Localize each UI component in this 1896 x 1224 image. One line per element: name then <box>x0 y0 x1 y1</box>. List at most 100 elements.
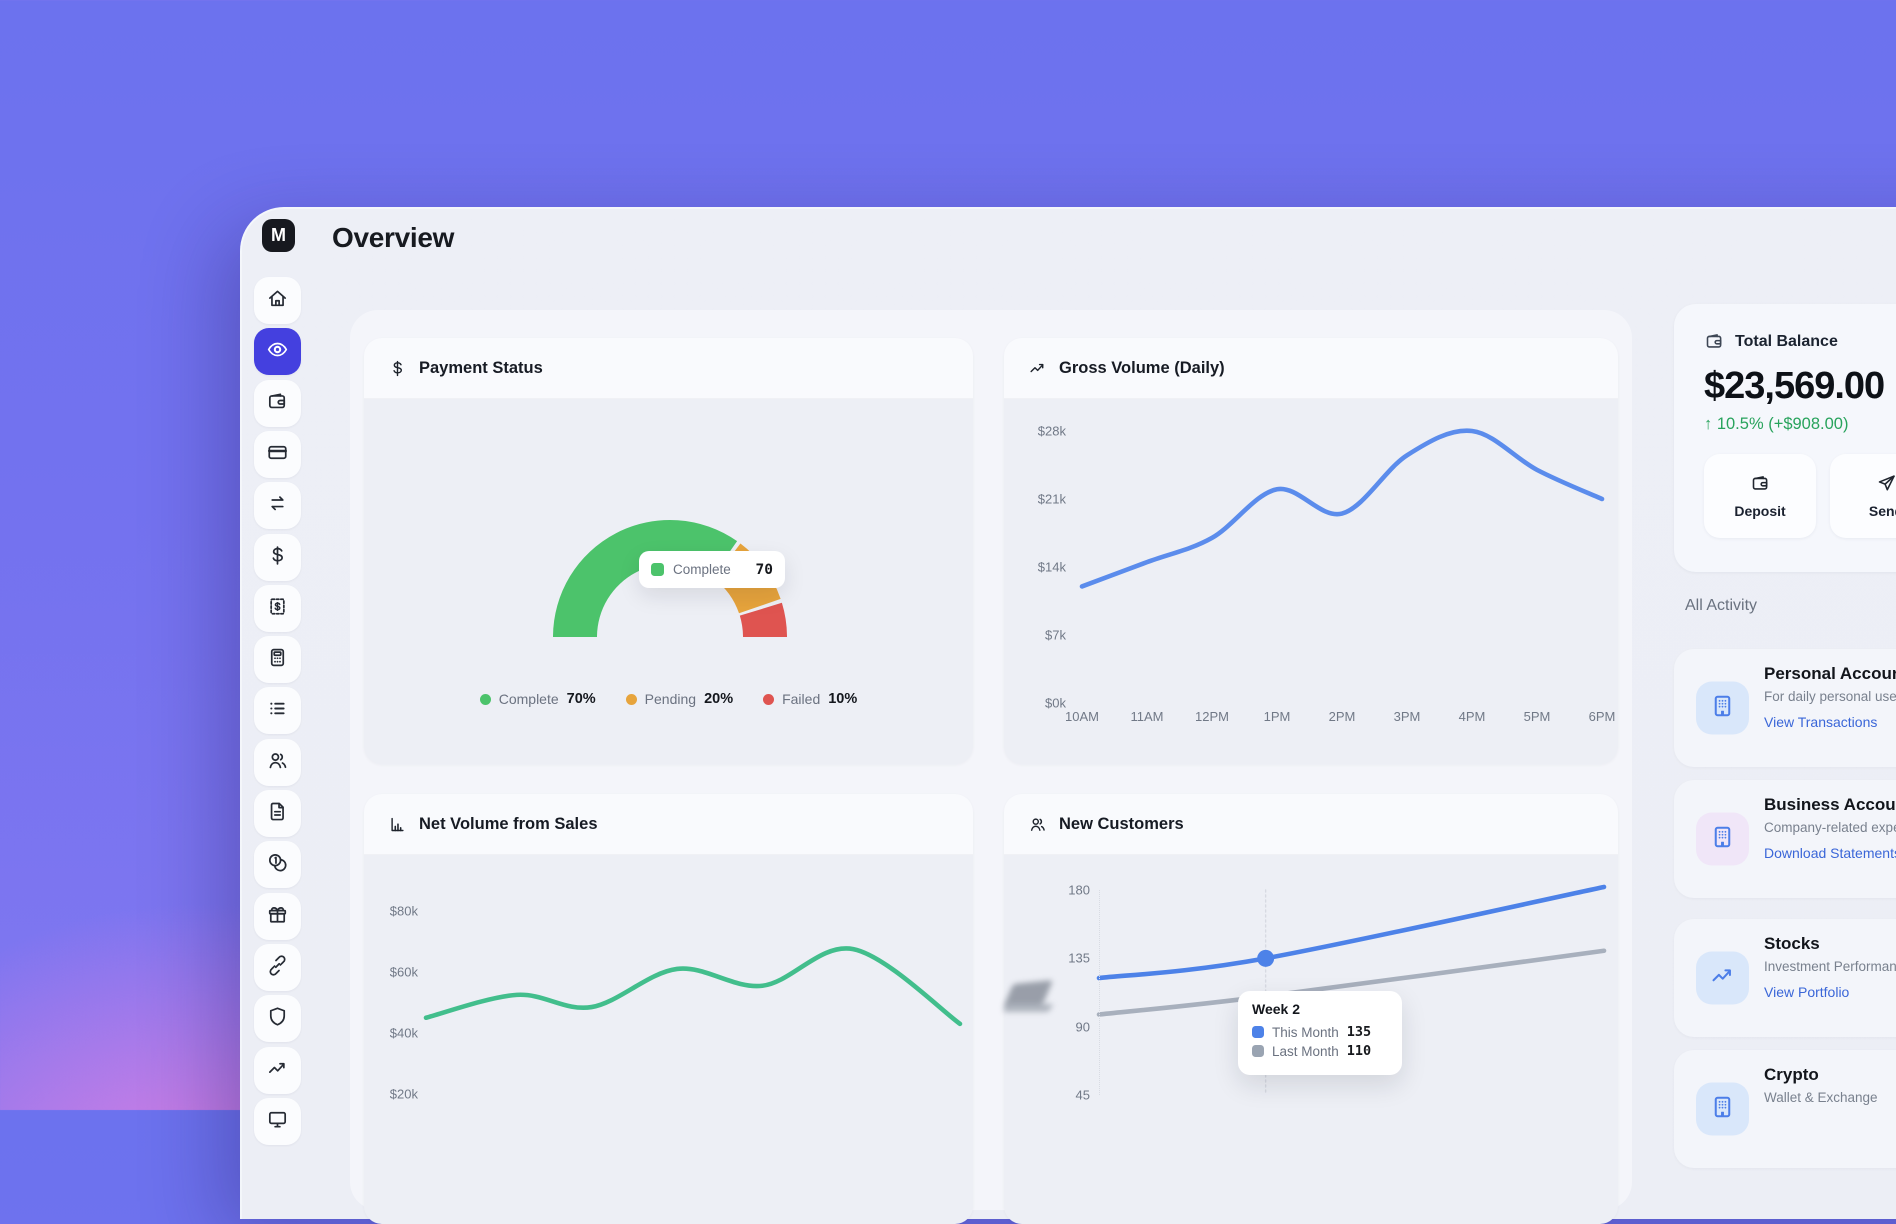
net-volume-chart: $80k $60k $40k $20k <box>364 855 973 1224</box>
x-axis-label: 5PM <box>1524 709 1551 724</box>
dollar-icon <box>388 359 407 378</box>
x-axis-label: 12PM <box>1195 709 1229 724</box>
sidebar-item-link[interactable] <box>254 944 301 991</box>
sidebar-item-users[interactable] <box>254 739 301 786</box>
sidebar-item-credit-card[interactable] <box>254 431 301 478</box>
new-customers-body: 1801359045 Week 2 This Month135Last Mont… <box>1004 855 1618 1224</box>
y-axis-label: 45 <box>1044 1088 1090 1103</box>
download-statements-link[interactable]: Download Statements <box>1764 845 1896 861</box>
tooltip-swatch <box>651 563 664 576</box>
activity-item-business-account[interactable]: Business Account Company-related expense… <box>1674 780 1896 898</box>
gross-volume-chart: $28k$21k$14k$7k$0k10AM11AM12PM1PM2PM3PM4… <box>1004 399 1618 764</box>
gauge-tooltip: Complete 70 <box>639 551 785 588</box>
activity-subtitle: Investment Performance <box>1764 959 1896 974</box>
sidebar-item-trending-up[interactable] <box>254 1047 301 1094</box>
x-axis-label: 4PM <box>1459 709 1486 724</box>
sidebar-item-eye[interactable] <box>254 328 301 375</box>
view-portfolio-link[interactable]: View Portfolio <box>1764 984 1896 1000</box>
coins-icon <box>266 851 289 879</box>
y-axis-label: $60k <box>378 965 418 980</box>
view-transactions-link[interactable]: View Transactions <box>1764 714 1896 730</box>
sidebar-item-dollar[interactable] <box>254 534 301 581</box>
total-balance-change: ↑ 10.5% (+$908.00) <box>1704 415 1896 434</box>
users-icon <box>266 749 289 777</box>
bar-chart-icon <box>388 815 407 834</box>
net-volume-card: Net Volume from Sales $80k $60k $40k $20k <box>364 794 973 1224</box>
new-customers-card: New Customers 1801359045 Week 2 This Mon… <box>1004 794 1618 1224</box>
gross-volume-card: Gross Volume (Daily) $28k$21k$14k$7k$0k1… <box>1004 338 1618 764</box>
sidebar-item-gift[interactable] <box>254 893 301 940</box>
x-axis-label: 11AM <box>1131 709 1164 724</box>
list-icon <box>266 697 289 725</box>
sidebar-item-transfer-arrows[interactable] <box>254 482 301 529</box>
gross-volume-header: Gross Volume (Daily) <box>1004 338 1618 399</box>
app-window: M Overview Payment Status Complete 70 Co… <box>240 207 1896 1219</box>
activity-item-crypto[interactable]: Crypto Wallet & Exchange <box>1674 1050 1896 1168</box>
users-icon <box>1028 815 1047 834</box>
sidebar-item-home[interactable] <box>254 277 301 324</box>
x-axis-label: 3PM <box>1394 709 1421 724</box>
document-icon <box>266 800 289 828</box>
bank-icon <box>1696 682 1749 735</box>
tooltip-label: Complete <box>673 562 731 577</box>
activity-title: Personal Account <box>1764 664 1896 684</box>
app-logo: M <box>262 219 295 252</box>
y-axis-label: $7k <box>1022 628 1066 643</box>
card-title: Gross Volume (Daily) <box>1059 359 1225 378</box>
total-balance-label: Total Balance <box>1735 333 1838 351</box>
dashboard-panel: Payment Status Complete 70 Complete70% Pe… <box>350 310 1632 1210</box>
sidebar-item-list[interactable] <box>254 687 301 734</box>
sidebar-item-calculator[interactable] <box>254 636 301 683</box>
gross-volume-body: $28k$21k$14k$7k$0k10AM11AM12PM1PM2PM3PM4… <box>1004 399 1618 764</box>
card-title: Net Volume from Sales <box>419 815 598 834</box>
activity-item-stocks[interactable]: Stocks Investment Performance View Portf… <box>1674 919 1896 1037</box>
card-title: Payment Status <box>419 359 543 378</box>
week-tooltip: Week 2 This Month135Last Month110 <box>1238 991 1402 1075</box>
bank-icon <box>1696 813 1749 866</box>
bank-icon <box>1696 1083 1749 1136</box>
sidebar-item-shield[interactable] <box>254 995 301 1042</box>
trending-up-icon <box>1028 359 1047 378</box>
receipt-dollar-icon <box>266 595 289 623</box>
sidebar-item-monitor[interactable] <box>254 1098 301 1145</box>
y-axis-label: $40k <box>378 1026 418 1041</box>
eye-icon <box>266 338 289 366</box>
trending-up-icon <box>266 1057 289 1085</box>
y-axis-label: $80k <box>378 904 418 919</box>
activity-title: Crypto <box>1764 1065 1878 1085</box>
all-activity-heading: All Activity <box>1685 597 1757 615</box>
y-axis-label: $28k <box>1022 424 1066 439</box>
activity-item-personal-account[interactable]: Personal Account For daily personal use … <box>1674 649 1896 767</box>
send-icon <box>1876 473 1896 494</box>
activity-title: Stocks <box>1764 934 1896 954</box>
deposit-button[interactable]: Deposit <box>1704 454 1816 538</box>
sidebar-item-coins[interactable] <box>254 841 301 888</box>
x-axis-label: 10AM <box>1065 709 1099 724</box>
total-balance-amount: $23,569.00 <box>1704 365 1896 408</box>
credit-card-icon <box>266 441 289 469</box>
card-title: New Customers <box>1059 815 1184 834</box>
shield-icon <box>266 1005 289 1033</box>
transfer-arrows-icon <box>266 492 289 520</box>
tooltip-row: This Month135 <box>1252 1024 1388 1040</box>
new-customers-header: New Customers <box>1004 794 1618 855</box>
x-axis-label: 2PM <box>1329 709 1356 724</box>
activity-title: Business Account <box>1764 795 1896 815</box>
payment-status-body: Complete 70 Complete70%Pending20%Failed1… <box>364 399 973 764</box>
balance-actions: Deposit Send <box>1704 454 1896 538</box>
gift-icon <box>266 903 289 931</box>
send-button[interactable]: Send <box>1830 454 1896 538</box>
sidebar-item-receipt-dollar[interactable] <box>254 585 301 632</box>
payment-status-header: Payment Status <box>364 338 973 399</box>
legend-item-complete: Complete70% <box>480 691 596 707</box>
calculator-icon <box>266 646 289 674</box>
link-icon <box>266 954 289 982</box>
x-axis-label: 6PM <box>1589 709 1616 724</box>
sidebar-item-document[interactable] <box>254 790 301 837</box>
sidebar-item-wallet[interactable] <box>254 380 301 427</box>
blur-artifact <box>1003 978 1055 1024</box>
payment-status-card: Payment Status Complete 70 Complete70% Pe… <box>364 338 973 764</box>
y-axis-label: $21k <box>1022 492 1066 507</box>
legend-item-pending: Pending20% <box>626 691 733 707</box>
y-axis-label: $20k <box>378 1087 418 1102</box>
